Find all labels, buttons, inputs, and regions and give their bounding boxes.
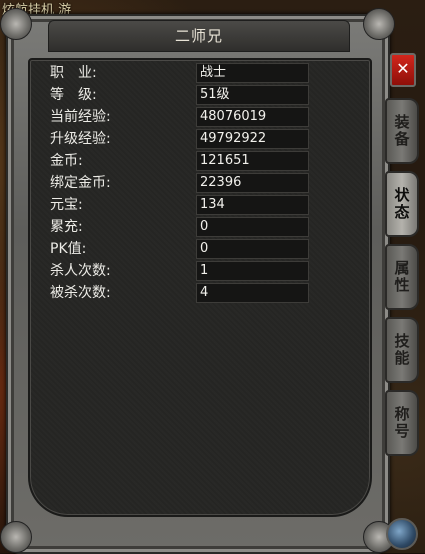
stat-value: 战士 bbox=[196, 63, 309, 83]
window-header[interactable]: 二师兄 bbox=[48, 20, 350, 52]
stat-value: 22396 bbox=[196, 173, 309, 193]
stat-row: 当前经验: 48076019 bbox=[50, 107, 310, 127]
stat-row: 绑定金币: 22396 bbox=[50, 173, 310, 193]
stat-value: 1 bbox=[196, 261, 309, 281]
stat-label: 杀人次数: bbox=[50, 263, 111, 279]
stat-row: 等 级: 51级 bbox=[50, 85, 310, 105]
stat-row: 被杀次数: 4 bbox=[50, 283, 310, 303]
stat-label: 被杀次数: bbox=[50, 285, 111, 301]
stat-row: PK值: 0 bbox=[50, 239, 310, 259]
frame-corner-ornament bbox=[0, 521, 32, 553]
stat-row: 升级经验: 49792922 bbox=[50, 129, 310, 149]
stat-label: 累充: bbox=[50, 219, 83, 235]
tab-3[interactable]: 技能 bbox=[385, 317, 419, 383]
close-button[interactable]: ✕ bbox=[390, 53, 416, 87]
window-title: 二师兄 bbox=[174, 27, 223, 45]
stat-row: 职 业: 战士 bbox=[50, 63, 310, 83]
stat-label: 金币: bbox=[50, 153, 83, 169]
stat-value: 121651 bbox=[196, 151, 309, 171]
stat-value: 134 bbox=[196, 195, 309, 215]
stat-row: 杀人次数: 1 bbox=[50, 261, 310, 281]
stat-label: 职 业: bbox=[50, 65, 97, 81]
stat-value: 0 bbox=[196, 239, 309, 259]
stat-label: 绑定金币: bbox=[50, 175, 111, 191]
stat-value: 51级 bbox=[196, 85, 309, 105]
stat-row: 累充: 0 bbox=[50, 217, 310, 237]
stat-value: 48076019 bbox=[196, 107, 309, 127]
tab-1[interactable]: 状态 bbox=[385, 171, 419, 237]
orb-icon[interactable] bbox=[386, 518, 418, 550]
stat-label: 元宝: bbox=[50, 197, 83, 213]
stat-label: 等 级: bbox=[50, 87, 97, 103]
tab-2[interactable]: 属性 bbox=[385, 244, 419, 310]
stat-row: 元宝: 134 bbox=[50, 195, 310, 215]
tab-0[interactable]: 装备 bbox=[385, 98, 419, 164]
stat-row: 金币: 121651 bbox=[50, 151, 310, 171]
stat-label: PK值: bbox=[50, 241, 87, 257]
frame-corner-ornament bbox=[0, 8, 32, 40]
stat-value: 4 bbox=[196, 283, 309, 303]
tab-4[interactable]: 称号 bbox=[385, 390, 419, 456]
frame-corner-ornament bbox=[363, 8, 395, 40]
stat-label: 升级经验: bbox=[50, 131, 111, 147]
stat-value: 0 bbox=[196, 217, 309, 237]
stat-value: 49792922 bbox=[196, 129, 309, 149]
stat-label: 当前经验: bbox=[50, 109, 111, 125]
